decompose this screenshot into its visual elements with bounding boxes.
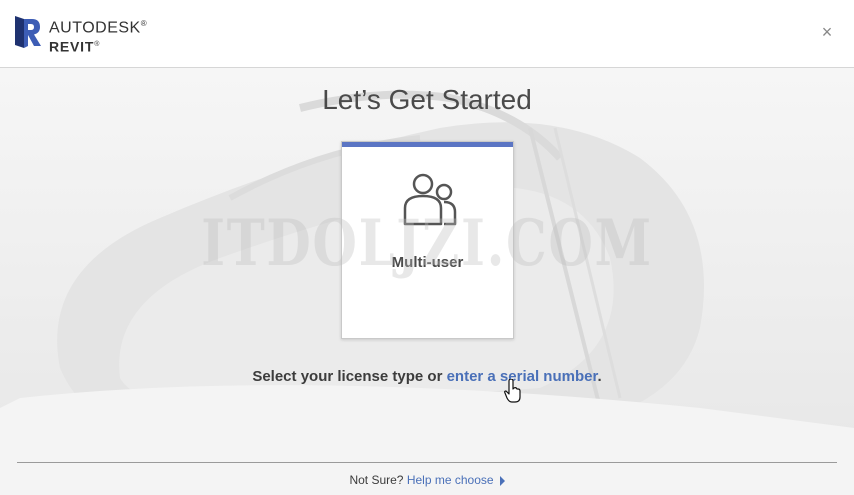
card-accent-bar xyxy=(342,142,513,147)
page-title: Let’s Get Started xyxy=(322,84,532,115)
prompt-period: . xyxy=(597,368,602,385)
header-bar: AUTODESK® REVIT® × xyxy=(0,0,854,68)
brand-line-autodesk-mark: ® xyxy=(140,19,148,28)
multi-user-license-card[interactable]: Multi-user xyxy=(341,141,514,339)
multi-user-icon xyxy=(403,173,457,226)
card-label: Multi-user xyxy=(391,254,464,271)
brand-wordmark: AUTODESK® REVIT® xyxy=(49,15,147,56)
close-icon[interactable]: × xyxy=(818,23,836,41)
footer-question: Not Sure? xyxy=(349,473,404,487)
footer-help: Not Sure? Help me choose xyxy=(0,473,854,487)
serial-number-link[interactable]: enter a serial number xyxy=(447,368,598,385)
main-panel: Let’s Get Started Multi-user ITDOLJZI.CO… xyxy=(0,68,854,495)
prompt-text: Select your license type or xyxy=(252,368,447,385)
triangle-right-icon[interactable] xyxy=(499,475,505,486)
license-prompt: Select your license type or enter a seri… xyxy=(0,368,854,385)
hand-pointer-icon xyxy=(504,379,521,403)
brand-line-revit-mark: ® xyxy=(94,41,101,49)
help-me-choose-link[interactable]: Help me choose xyxy=(407,473,494,487)
footer-divider xyxy=(17,462,837,463)
brand-line-autodesk: AUTODESK xyxy=(49,19,141,37)
brand-line-revit: REVIT xyxy=(49,38,95,55)
revit-logo-icon xyxy=(15,16,41,48)
